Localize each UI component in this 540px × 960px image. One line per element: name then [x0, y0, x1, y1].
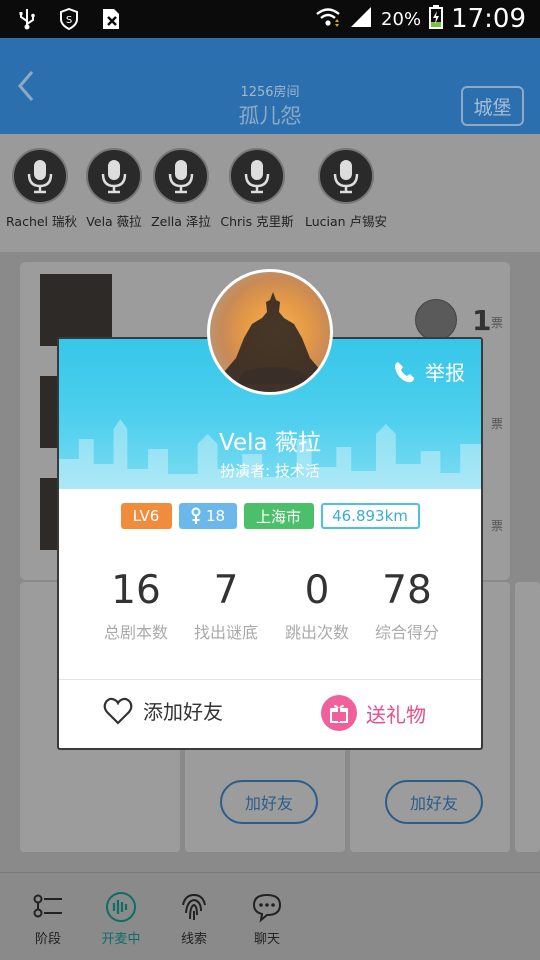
stat-total-scripts: 16 总剧本数	[91, 569, 181, 643]
report-label: 举报	[425, 361, 465, 385]
stat-label: 找出谜底	[193, 623, 258, 642]
stat-label: 跳出次数	[284, 623, 349, 642]
vote-unit: 票	[491, 316, 504, 330]
actor-name: 扮演者: 技术活	[220, 462, 320, 480]
castle-button[interactable]: 城堡	[461, 86, 524, 126]
chat-bubble-icon	[252, 893, 282, 923]
microphone-icon	[318, 148, 374, 204]
send-gift-action[interactable]: 送礼物	[321, 695, 426, 731]
microphone-icon	[229, 148, 285, 204]
stat-overall-score: 78 综合得分	[362, 569, 452, 643]
player-name: Chris 克里斯	[220, 214, 294, 229]
room-number: 1256房间	[240, 85, 300, 100]
nav-clues[interactable]: 线索	[164, 891, 224, 947]
report-button[interactable]: 举报	[393, 357, 465, 386]
clock-time: 17:09	[451, 4, 526, 34]
vote-count: 1	[472, 304, 492, 337]
stat-solved: 7 找出谜底	[181, 569, 271, 643]
add-friend-action[interactable]: 添加好友	[103, 696, 223, 725]
player-vela[interactable]: Vela 薇拉	[82, 148, 146, 230]
nav-label: 线索	[180, 932, 207, 947]
player-rachel[interactable]: Rachel 瑞秋	[6, 148, 78, 230]
room-header: 1256房间 孤儿怨 城堡	[0, 38, 540, 134]
player-name: Zella 泽拉	[151, 214, 211, 229]
distance-badge: 46.893km	[320, 503, 420, 529]
player-card	[515, 582, 540, 852]
nav-label: 聊天	[253, 932, 280, 947]
fingerprint-icon	[182, 893, 206, 920]
player-name: Vela 薇拉	[86, 214, 142, 229]
age-badge: 18	[178, 503, 237, 529]
battery-icon	[429, 4, 444, 34]
player-chris[interactable]: Chris 克里斯	[220, 148, 294, 230]
stat-label: 总剧本数	[103, 623, 168, 642]
microphone-icon	[86, 148, 142, 204]
microphone-icon	[12, 148, 68, 204]
player-name: Rachel 瑞秋	[6, 214, 78, 229]
nav-label: 开麦中	[101, 932, 141, 947]
stat-value: 78	[382, 568, 432, 613]
bottom-nav: 阶段 开麦中 线索 聊天	[0, 872, 540, 960]
divider	[59, 679, 481, 680]
player-lucian[interactable]: Lucian 卢锡安	[302, 148, 390, 230]
stat-quit-count: 0 跳出次数	[272, 569, 362, 643]
gift-icon	[321, 695, 357, 731]
nav-mic[interactable]: 开麦中	[91, 891, 151, 947]
signal-icon	[349, 6, 373, 33]
nav-chat[interactable]: 聊天	[237, 891, 297, 947]
character-avatar	[207, 269, 333, 395]
stage-list-icon	[33, 894, 62, 918]
shield-icon: S	[58, 8, 80, 30]
usb-icon	[16, 8, 38, 30]
player-name: Lucian 卢锡安	[304, 214, 388, 229]
mic-wave-icon	[106, 892, 136, 922]
nav-stage[interactable]: 阶段	[18, 891, 78, 947]
add-friend-button[interactable]: 加好友	[385, 780, 483, 824]
stat-value: 0	[304, 568, 330, 613]
vote-unit: 票	[491, 519, 504, 533]
stat-value: 16	[111, 568, 161, 613]
level-badge: LV6	[120, 503, 172, 529]
status-bar: S 20% 17:09	[0, 0, 540, 38]
voter-avatar	[415, 299, 457, 341]
city-badge: 上海市	[243, 503, 314, 529]
stat-value: 7	[213, 568, 239, 613]
character-name: Vela 薇拉	[219, 430, 321, 456]
age-value: 18	[205, 507, 226, 525]
player-zella[interactable]: Zella 泽拉	[150, 148, 212, 230]
meditating-figure-image	[224, 292, 322, 392]
add-friend-button[interactable]: 加好友	[220, 780, 318, 824]
nav-label: 阶段	[34, 932, 61, 947]
profile-tags: LV6 18 上海市 46.893km	[59, 503, 481, 529]
send-gift-label: 送礼物	[366, 702, 426, 727]
battery-percent: 20%	[381, 8, 422, 30]
vote-unit: 票	[491, 417, 504, 431]
player-profile-modal: 举报 Vela 薇拉 扮演者: 技术活 LV6 18 上海市 46.893km …	[57, 337, 483, 750]
script-title: 孤儿怨	[238, 104, 302, 128]
svg-text:S: S	[66, 15, 72, 26]
heart-icon	[103, 697, 133, 725]
players-strip: Rachel 瑞秋 Vela 薇拉 Zella 泽拉 Chris 克里斯 Luc…	[0, 134, 540, 252]
character-thumbnail	[40, 274, 112, 346]
phone-icon	[395, 361, 414, 382]
stat-label: 综合得分	[374, 623, 439, 642]
microphone-icon	[153, 148, 209, 204]
gender-female-icon	[191, 507, 201, 524]
wifi-icon	[315, 6, 341, 33]
add-friend-label: 添加好友	[143, 700, 223, 724]
document-block-icon	[100, 8, 122, 30]
